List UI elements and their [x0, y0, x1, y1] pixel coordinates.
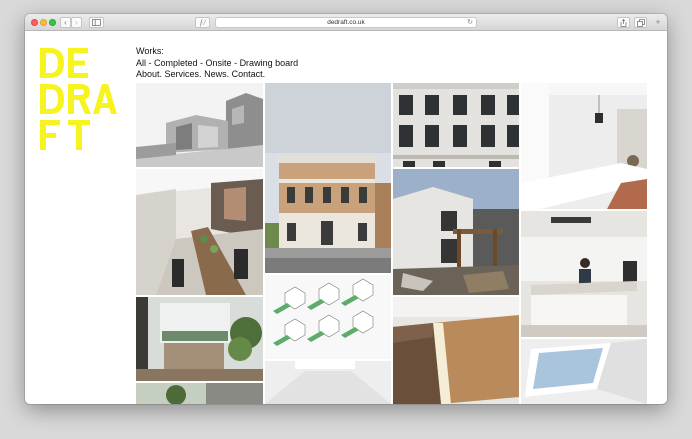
reader-icon: ƒ/	[199, 18, 206, 27]
browser-toolbar: ‹ › ƒ/ dedraft.co.uk ↻ +	[25, 14, 667, 31]
gallery-tile-timber-stair[interactable]	[393, 297, 519, 404]
gallery-tile-kitchen-island[interactable]	[521, 211, 647, 337]
gallery-tile-axonometric-diagrams[interactable]	[265, 275, 391, 359]
site-links: About. Services. News. Contact.	[136, 69, 298, 81]
close-window-button[interactable]	[31, 19, 38, 26]
garden-image	[136, 383, 263, 404]
filter-drawing-board[interactable]: Drawing board	[240, 58, 299, 68]
kitchen-dining-image	[136, 169, 263, 295]
terrace-facade-image	[393, 83, 519, 167]
works-filters: All - Completed - Onsite - Drawing board	[136, 58, 298, 70]
sidebar-toggle-button[interactable]	[89, 17, 104, 28]
skylight-image	[521, 339, 647, 404]
filter-separator: -	[197, 57, 206, 68]
axonometric-diagrams-image	[265, 275, 391, 359]
open-living-image	[136, 297, 263, 381]
link-services[interactable]: Services.	[165, 69, 202, 79]
minimize-window-button[interactable]	[40, 19, 47, 26]
tabs-icon	[636, 19, 645, 27]
gallery-tile-open-living[interactable]	[136, 297, 263, 381]
facade-classical-image	[265, 83, 391, 273]
filter-separator: -	[231, 57, 240, 68]
new-tab-button[interactable]: +	[652, 18, 664, 31]
sidebar-icon	[92, 19, 101, 26]
chevron-right-icon: ›	[75, 18, 78, 27]
reload-icon[interactable]: ↻	[467, 18, 473, 27]
share-button[interactable]	[617, 17, 630, 28]
works-heading: Works:	[136, 46, 164, 56]
gallery-tile-terrace-facade[interactable]	[393, 83, 519, 167]
url-text: dedraft.co.uk	[327, 19, 365, 26]
site-logo[interactable]	[38, 46, 118, 156]
gallery-tile-open-living-2[interactable]	[136, 383, 263, 404]
gallery-tile-white-kitchen[interactable]	[521, 83, 647, 209]
address-bar[interactable]: dedraft.co.uk ↻	[215, 17, 477, 28]
gallery-tile-white-interior[interactable]	[265, 361, 391, 404]
site-navigation: Works: All - Completed - Onsite - Drawin…	[136, 46, 298, 81]
white-kitchen-image	[521, 83, 647, 209]
zoom-window-button[interactable]	[49, 19, 56, 26]
plus-icon: +	[655, 17, 661, 27]
link-contact[interactable]: Contact.	[232, 69, 266, 79]
share-icon	[620, 18, 627, 27]
filter-all[interactable]: All	[136, 58, 146, 68]
timber-stair-image	[393, 297, 519, 404]
gallery-tile-construction-site[interactable]	[393, 169, 519, 295]
dedraft-logo-icon	[40, 48, 117, 150]
gallery-tile-render-extension[interactable]	[136, 83, 263, 167]
filter-onsite[interactable]: Onsite	[206, 58, 232, 68]
kitchen-island-image	[521, 211, 647, 337]
show-tabs-button[interactable]	[634, 17, 647, 28]
gallery-tile-facade-classical[interactable]	[265, 83, 391, 273]
render-extension-image	[136, 83, 263, 167]
white-interior-image	[265, 361, 391, 404]
link-news[interactable]: News.	[204, 69, 229, 79]
gallery-tile-kitchen-dining[interactable]	[136, 169, 263, 295]
link-about[interactable]: About.	[136, 69, 162, 79]
back-button[interactable]: ‹	[60, 17, 71, 28]
reader-button[interactable]: ƒ/	[195, 17, 210, 28]
filter-completed[interactable]: Completed	[154, 58, 198, 68]
forward-button[interactable]: ›	[71, 17, 82, 28]
construction-site-image	[393, 169, 519, 295]
gallery-tile-skylight[interactable]	[521, 339, 647, 404]
chevron-left-icon: ‹	[64, 18, 67, 27]
filter-separator: -	[146, 57, 155, 68]
